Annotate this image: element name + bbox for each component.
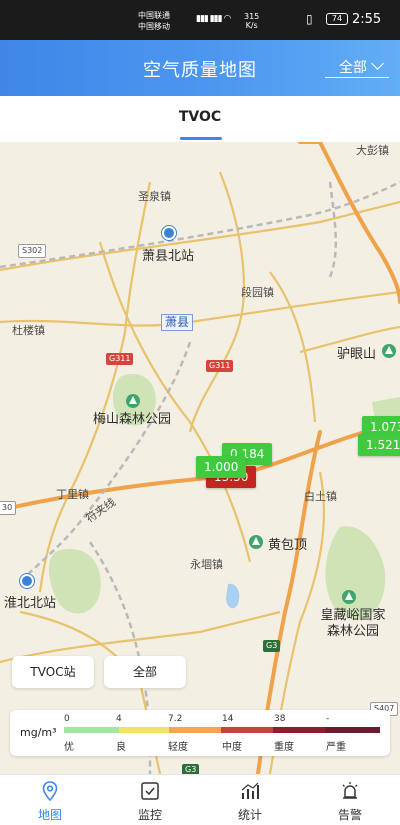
app-header: 空气质量地图 全部 [0, 40, 400, 96]
park-icon [126, 394, 140, 408]
legend-level: 重度 [274, 742, 294, 753]
place-label: 淮北北站 [4, 596, 57, 611]
road-shield: G3 [182, 764, 200, 774]
place-label: 驴眼山 [337, 347, 377, 362]
legend-tick: 38 [274, 714, 286, 724]
place-label: 白土镇 [304, 490, 337, 503]
place-label: 永堌镇 [190, 558, 223, 571]
legend-color-medium [221, 727, 273, 733]
place-label: 大彭镇 [356, 144, 389, 157]
carrier-1: 中国联通 [138, 11, 170, 20]
legend-tick: - [326, 714, 330, 724]
road-shield: G311 [206, 360, 234, 372]
place-label: 黄包顶 [268, 538, 308, 553]
train-station-icon [162, 226, 176, 240]
mountain-icon [249, 535, 263, 549]
nav-label: 告警 [337, 808, 362, 822]
legend-level: 优 [64, 742, 74, 753]
network-speed: 315 K/s [244, 12, 259, 30]
carrier-info: 中国联通 中国移动 [138, 10, 170, 32]
place-label: 丁里镇 [56, 488, 89, 501]
legend-tick: 0 [64, 714, 70, 724]
bottom-nav: 地图 监控 统计 告警 [0, 774, 400, 825]
road-shield: G311 [106, 353, 134, 365]
legend-color-light [169, 727, 221, 733]
battery-level: 74 [331, 14, 343, 23]
tab-tvoc[interactable]: TVOC [0, 109, 400, 125]
map-pin-icon [42, 781, 58, 801]
place-label: 皇藏峪国家森林公园 [320, 608, 386, 639]
chevron-down-icon [371, 57, 384, 70]
network-speed-value: 315 [244, 12, 260, 21]
place-label: 圣泉镇 [138, 190, 171, 203]
mountain-icon [382, 344, 396, 358]
nav-item-stats[interactable]: 统计 [200, 775, 300, 825]
nav-label: 地图 [37, 808, 62, 822]
signal-icon: ▮▮▮ ▮▮▮ ◠ [196, 14, 231, 24]
city-label: 萧县 [161, 314, 194, 331]
station-marker[interactable]: 1.521 [358, 434, 400, 456]
legend-level: 轻度 [168, 742, 188, 753]
legend-color-moderate [119, 727, 169, 733]
place-label: 段园镇 [241, 286, 274, 299]
place-label: 杜楼镇 [12, 324, 45, 337]
stats-chart-icon [241, 782, 259, 799]
legend-tick: 14 [222, 714, 234, 724]
legend-color-good [64, 727, 119, 733]
legend-level: 中度 [222, 742, 242, 753]
place-label: 萧县北站 [142, 249, 195, 264]
legend-color-heavy [273, 727, 325, 733]
road-shield: 30 [0, 501, 17, 515]
region-filter-dropdown[interactable]: 全部 [325, 56, 389, 78]
alarm-icon [342, 782, 358, 799]
aqi-legend: mg/m³ 0 4 7.2 14 38 - 优 良 轻度 中度 重度 严重 [10, 710, 390, 756]
carrier-2: 中国移动 [138, 22, 170, 31]
monitor-check-icon [141, 782, 159, 800]
legend-level: 良 [116, 742, 126, 753]
status-time: 2:55 [352, 12, 382, 27]
tvoc-station-button[interactable]: TVOC站 [12, 656, 94, 688]
train-station-icon [20, 574, 34, 588]
park-icon [342, 590, 356, 604]
network-speed-unit: K/s [245, 21, 258, 30]
legend-unit: mg/m³ [20, 726, 57, 739]
pollutant-tabs: TVOC [0, 96, 400, 142]
nav-label: 统计 [237, 808, 262, 822]
legend-level: 严重 [326, 742, 346, 753]
tab-active-indicator [180, 137, 222, 140]
status-bar: 中国联通 中国移动 ▮▮▮ ▮▮▮ ◠ 315 K/s ▯ 74 2:55 [0, 0, 400, 40]
battery-icon: 74 [326, 13, 348, 25]
place-label: 梅山森林公园 [93, 412, 172, 427]
nav-item-monitor[interactable]: 监控 [100, 775, 200, 825]
legend-color-severe [325, 727, 380, 733]
nav-item-map[interactable]: 地图 [0, 775, 100, 825]
nav-label: 监控 [137, 808, 162, 822]
legend-tick: 4 [116, 714, 122, 724]
road-shield: G3 [263, 640, 281, 652]
nav-item-alarm[interactable]: 告警 [300, 775, 400, 825]
station-marker[interactable]: 1.000 [196, 456, 247, 478]
all-stations-button[interactable]: 全部 [104, 656, 186, 688]
vibrate-icon: ▯ [306, 12, 313, 26]
region-filter-label: 全部 [339, 60, 367, 76]
road-shield: S302 [18, 244, 47, 258]
legend-tick: 7.2 [168, 714, 183, 724]
